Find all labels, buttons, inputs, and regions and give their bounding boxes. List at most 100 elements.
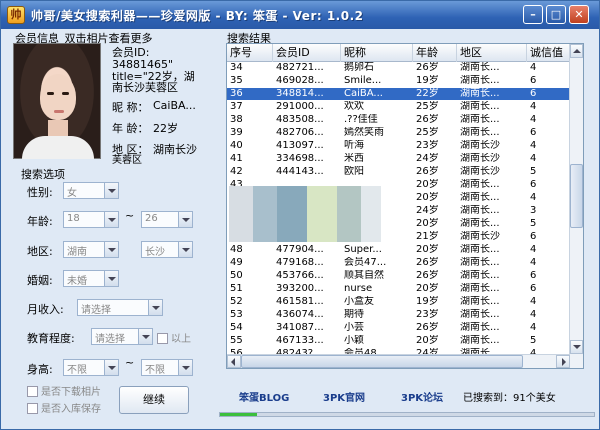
photo-eye [47,92,54,95]
city-select[interactable]: 长沙 [141,241,193,258]
table-row[interactable]: 35 469028... Smile... 19岁 湖南长... 6 [227,75,570,87]
column-header[interactable]: 序号 [227,44,273,62]
table-cell: 482721... [276,62,324,73]
chevron-down-icon [104,242,118,257]
column-header[interactable]: 诚信值 [527,44,570,62]
education-label: 教育程度: [27,332,75,345]
age-to-value: 26 [145,213,158,224]
save-db-label: 是否入库保存 [41,404,101,415]
table-cell: 291000... [276,101,324,112]
table-row[interactable]: 40 413097... 听海 23岁 湖南长沙 4 [227,140,570,152]
table-cell: 小芸 [344,322,364,333]
table-row[interactable]: 54 341087... 小芸 26岁 湖南长... 4 [227,322,570,334]
scroll-down-icon[interactable] [570,340,583,354]
gender-select[interactable]: 女 [63,182,119,199]
table-cell: 23岁 [416,309,439,320]
table-row[interactable]: 38 483508... .??佳佳 26岁 湖南长... 4 [227,114,570,126]
progress-fill [220,413,258,416]
table-row[interactable]: 37 291000... 欢欢 25岁 湖南长... 4 [227,101,570,113]
education-above-checkbox[interactable]: 以上 [157,330,191,345]
table-cell: 35 [230,75,243,86]
table-row[interactable]: 34 482721... 鹅卵石 26岁 湖南长... 4 [227,62,570,74]
minimize-button[interactable]: – [523,5,543,24]
marriage-value: 未婚 [67,276,87,287]
official-site-link[interactable]: 3PK官网 [323,389,365,404]
table-row[interactable]: 51 393200... nurse 20岁 湖南长... 6 [227,283,570,295]
download-photo-checkbox[interactable]: 是否下载相片 [27,383,101,398]
height-to-value: 不限 [145,365,165,376]
table-header: 序号 会员ID 昵称 年龄 地区 诚信值 [227,44,570,62]
table-row[interactable]: 48 477904... Super... 20岁 湖南长... 4 [227,244,570,256]
table-row[interactable]: 39 482706... 嫣然笑雨 25岁 湖南长... 6 [227,127,570,139]
table-cell: 479168... [276,257,324,268]
age-from-select[interactable]: 18 [63,211,119,228]
age-to-select[interactable]: 26 [141,211,193,228]
horizontal-scrollbar[interactable] [227,354,570,368]
member-photo[interactable] [13,43,101,159]
table-row[interactable]: 42 444143... 欧阳 26岁 湖南长沙 5 [227,166,570,178]
title-bar[interactable]: 帅 帅哥/美女搜索利器——珍爱网版 - BY: 笨蛋 - Ver: 1.0.2 … [1,1,599,29]
table-cell: 34 [230,62,243,73]
province-select[interactable]: 湖南 [63,241,119,258]
table-cell: 20岁 [416,218,439,229]
save-db-checkbox[interactable]: 是否入库保存 [27,400,101,415]
province-value: 湖南 [67,247,87,258]
table-cell: 436074... [276,309,324,320]
checkbox-box [27,403,38,414]
table-cell: 40 [230,140,243,151]
table-cell: 21岁 [416,231,439,242]
table-cell: 4 [530,244,537,255]
vertical-scrollbar[interactable] [569,44,583,368]
checkbox-box [27,386,38,397]
column-header[interactable]: 会员ID [273,44,341,62]
table-cell: 413097... [276,140,324,151]
nickname-label: 昵 称： [112,101,149,114]
marriage-select[interactable]: 未婚 [63,270,119,287]
table-row[interactable]: 53 436074... 期待 23岁 湖南长... 4 [227,309,570,321]
table-cell: 20岁 [416,283,439,294]
scroll-up-icon[interactable] [570,44,583,58]
chevron-down-icon [104,212,118,227]
table-cell: 6 [530,179,537,190]
table-cell: 26岁 [416,257,439,268]
table-cell: 顺其自然 [344,270,384,281]
region-extra: 芙蓉区 [112,155,142,166]
scroll-thumb[interactable] [570,164,583,228]
table-cell: 6 [530,270,537,281]
blog-link[interactable]: 笨蛋BLOG [239,389,289,404]
table-row[interactable]: 55 467133... 小颖 20岁 湖南长... 5 [227,335,570,347]
height-from-select[interactable]: 不限 [63,359,119,376]
table-cell: 欢欢 [344,101,364,112]
column-header[interactable]: 年龄 [413,44,457,62]
education-above-label: 以上 [171,334,191,345]
table-cell: 52 [230,296,243,307]
table-cell: 湖南长... [460,309,500,320]
table-row[interactable]: 50 453766... 顺其自然 26岁 湖南长... 6 [227,270,570,282]
table-cell: 26岁 [416,270,439,281]
table-cell: 42 [230,166,243,177]
column-header[interactable]: 地区 [457,44,527,62]
forum-link[interactable]: 3PK论坛 [401,389,443,404]
income-select[interactable]: 请选择 [77,299,163,316]
scroll-right-icon[interactable] [556,355,570,368]
table-row[interactable]: 49 479168... 会员47... 26岁 湖南长... 4 [227,257,570,269]
table-cell: 19岁 [416,296,439,307]
table-row[interactable]: 36 348814... CaiBA... 22岁 湖南长... 6 [227,88,570,100]
table-cell: 341087... [276,322,324,333]
chevron-down-icon [104,360,118,375]
height-to-select[interactable]: 不限 [141,359,193,376]
scroll-thumb[interactable] [241,355,523,368]
education-select[interactable]: 请选择 [91,328,153,345]
table-cell: 小颖 [344,335,364,346]
scroll-left-icon[interactable] [227,355,241,368]
table-row[interactable]: 52 461581... 小盒友 19岁 湖南长... 4 [227,296,570,308]
table-cell: 湖南长... [460,322,500,333]
maximize-button[interactable]: □ [546,5,566,24]
table-cell: 会员47... [344,257,387,268]
close-button[interactable]: ✕ [569,5,589,24]
table-row[interactable]: 41 334698... 米西 24岁 湖南长沙 4 [227,153,570,165]
column-header[interactable]: 昵称 [341,44,413,62]
table-cell: 湖南长... [460,244,500,255]
search-options-title: 搜索选项 [21,168,65,181]
continue-button[interactable]: 继续 [119,386,189,414]
